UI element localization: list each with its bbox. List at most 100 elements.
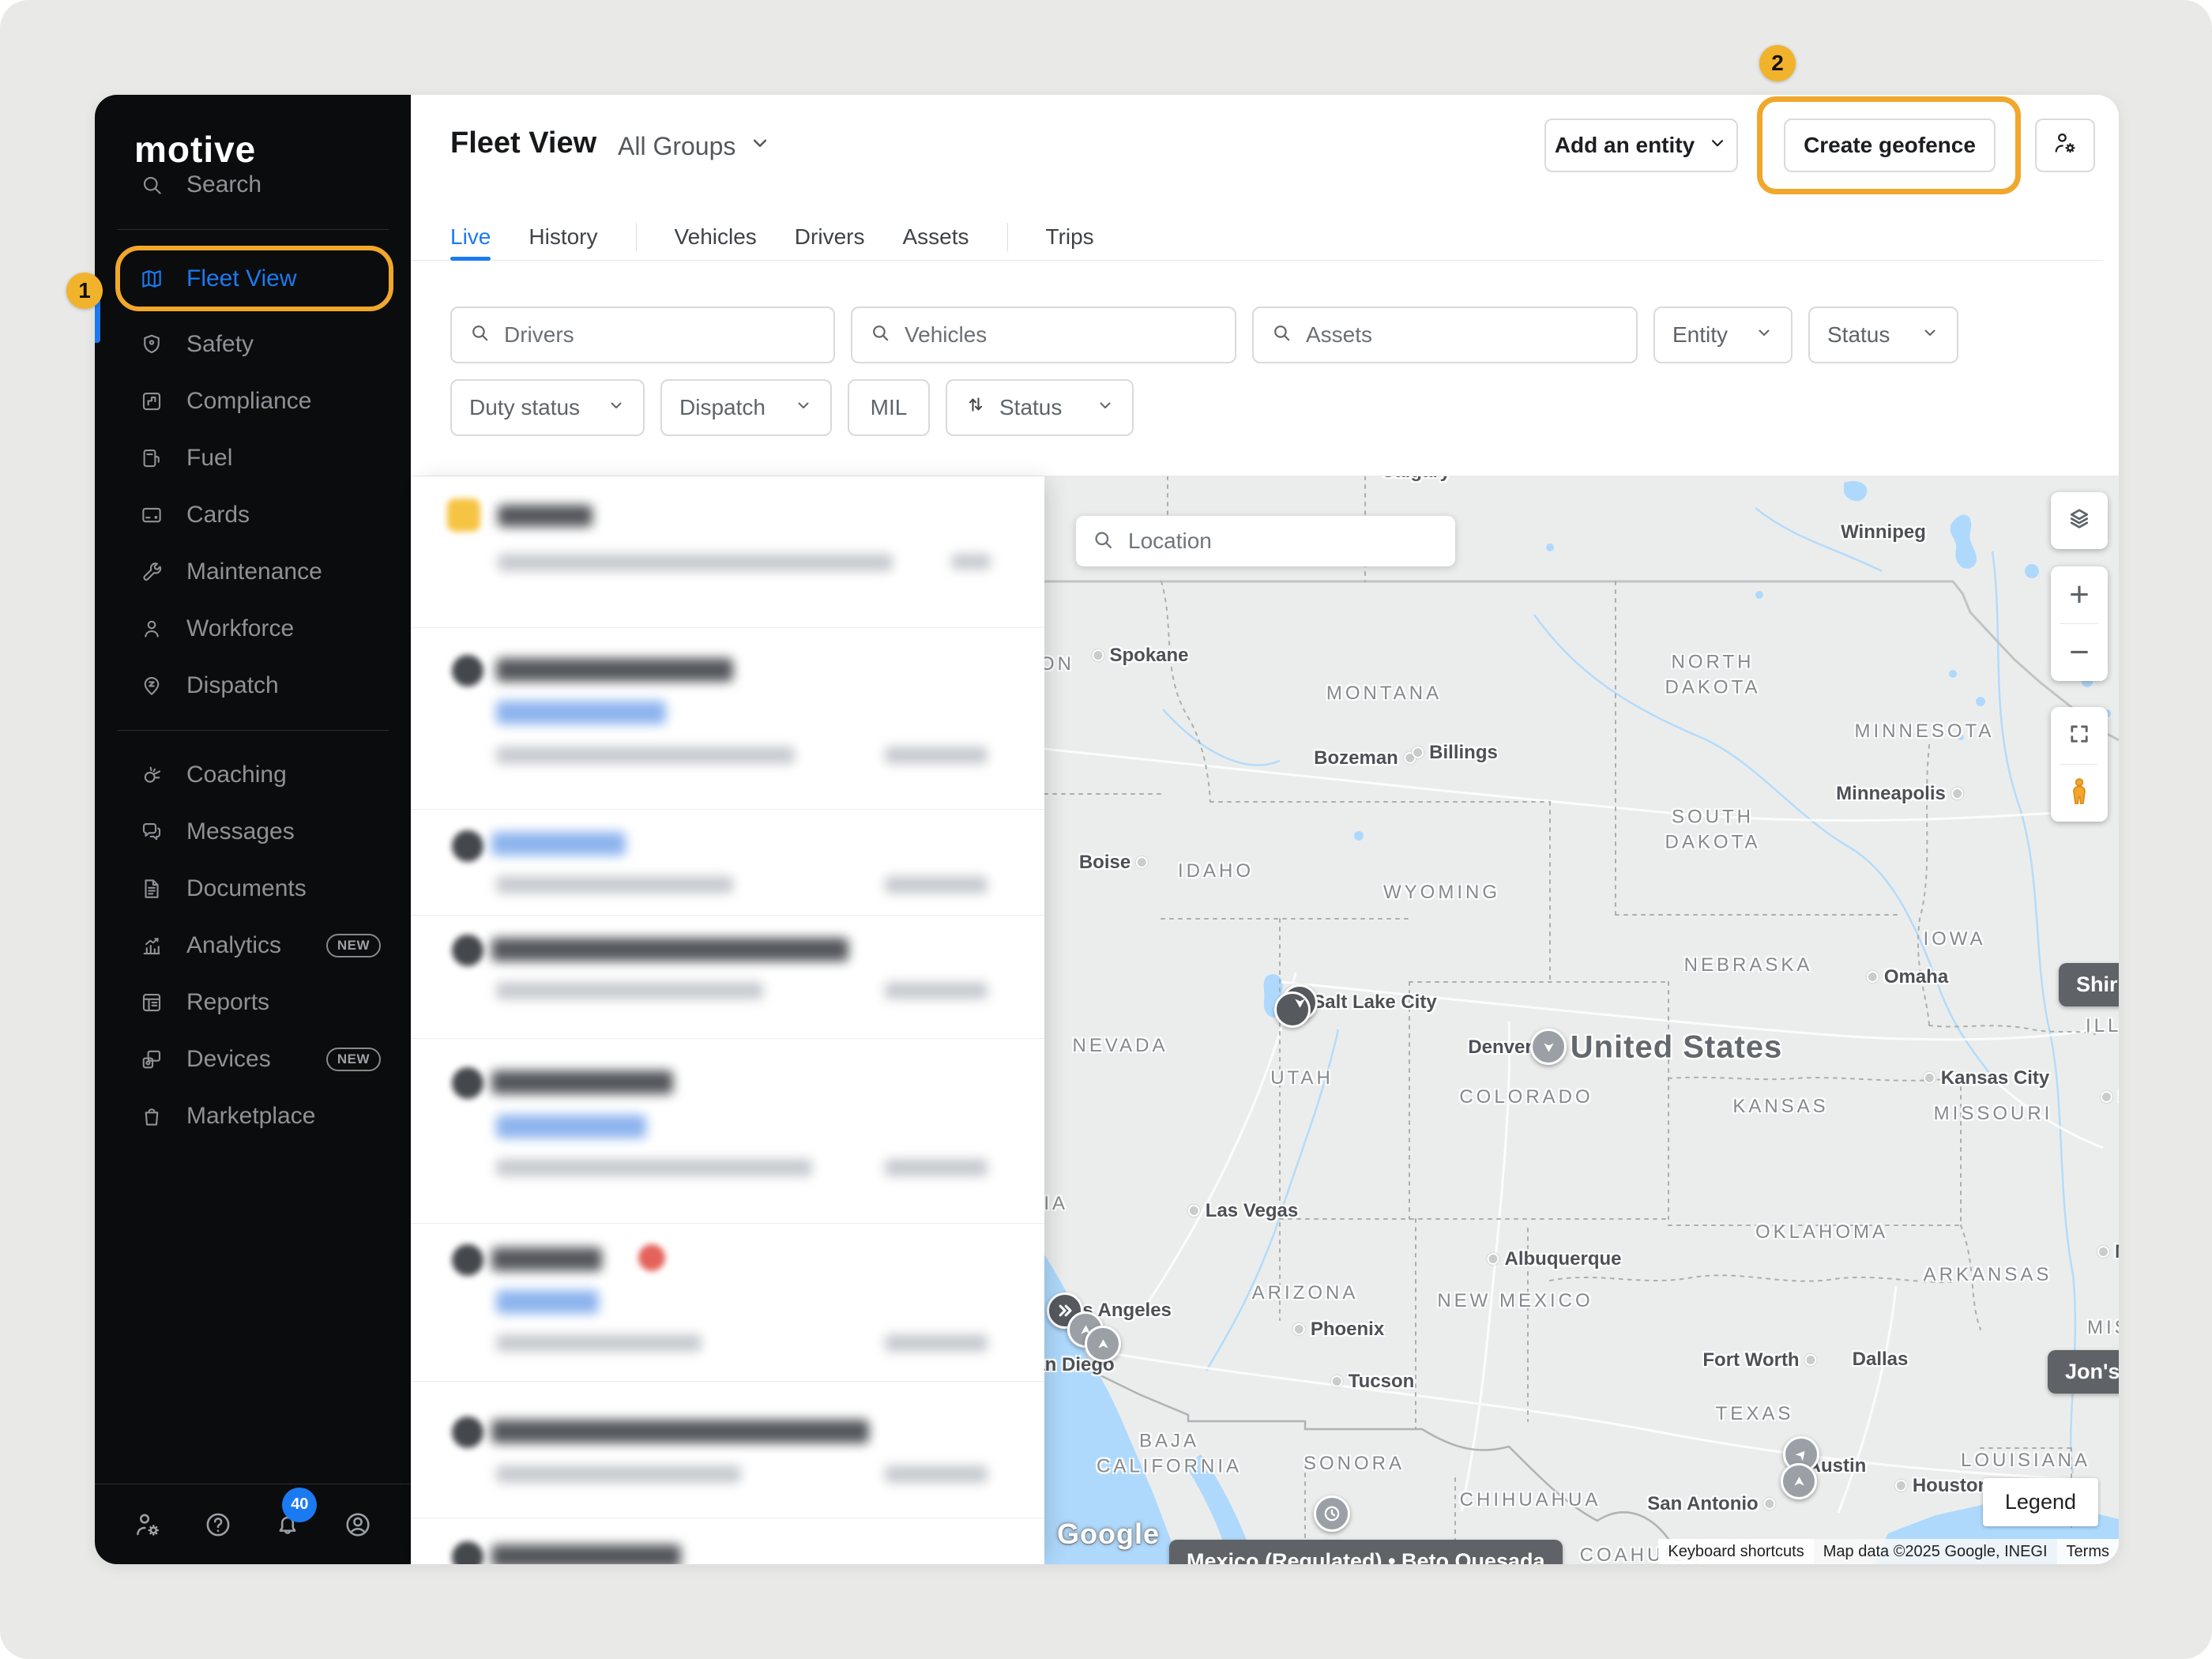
tab-live[interactable]: Live: [450, 213, 491, 260]
notifications-button[interactable]: 40: [273, 1510, 303, 1540]
redacted-content: [496, 658, 733, 682]
sort-arrows-icon: [965, 393, 987, 422]
vehicle-marker-nav-up[interactable]: [1085, 1326, 1121, 1362]
sidebar-item-safety[interactable]: Safety: [95, 316, 411, 373]
assets-search-input[interactable]: [1304, 322, 1619, 348]
redacted-content: [498, 554, 893, 571]
sidebar-item-maintenance[interactable]: Maintenance: [95, 544, 411, 600]
tab-trips[interactable]: Trips: [1046, 213, 1094, 260]
sidebar-item-analytics[interactable]: AnalyticsNEW: [95, 917, 411, 974]
vehicle-marker-clock[interactable]: [1314, 1495, 1350, 1532]
city-label-san-antonio: San Antonio: [1647, 1493, 1781, 1515]
tab-drivers[interactable]: Drivers: [795, 213, 865, 260]
tab-history[interactable]: History: [529, 213, 597, 260]
redacted-content: [452, 1067, 483, 1099]
motive-logo: motive: [95, 95, 411, 156]
keyboard-shortcuts-link[interactable]: Keyboard shortcuts: [1658, 1539, 1813, 1564]
admin-settings-button[interactable]: [133, 1510, 163, 1540]
filter-dropdown-entity[interactable]: Entity: [1653, 307, 1793, 363]
sidebar-item-fuel[interactable]: Fuel: [95, 430, 411, 487]
divider: [411, 1223, 1044, 1224]
state-label-idaho: IDAHO: [1178, 859, 1254, 884]
redacted-content: [885, 747, 988, 764]
state-label-oklahoma: OKLAHOMA: [1755, 1220, 1888, 1245]
sidebar-item-cards[interactable]: Cards: [95, 487, 411, 544]
sidebar-item-dispatch[interactable]: Dispatch: [95, 657, 411, 714]
fullscreen-button[interactable]: [2051, 707, 2108, 764]
create-geofence-button[interactable]: Create geofence: [1784, 118, 1996, 172]
sidebar-item-coaching[interactable]: Coaching: [95, 747, 411, 803]
state-label-illinois: ILLINOIS: [2086, 1014, 2119, 1039]
redacted-content: [885, 1159, 988, 1176]
sidebar-item-messages[interactable]: Messages: [95, 803, 411, 860]
sidebar-item-workforce[interactable]: Workforce: [95, 600, 411, 657]
list-item[interactable]: [411, 809, 1044, 915]
create-geofence-label: Create geofence: [1804, 133, 1976, 158]
layers-button[interactable]: [2051, 492, 2108, 549]
filter-search-vehicles[interactable]: [851, 307, 1236, 363]
state-label-washington: WASHINGTON: [1044, 652, 1074, 677]
legend-button[interactable]: Legend: [1983, 1478, 2098, 1526]
country-label-united-states: United States: [1571, 1030, 1783, 1066]
filter-dropdown-status[interactable]: Status: [946, 379, 1134, 436]
help-button[interactable]: [203, 1510, 233, 1540]
city-dot: [1895, 1480, 1907, 1492]
filter-dropdown-status[interactable]: Status: [1808, 307, 1958, 363]
fullscreen-icon: [2066, 720, 2093, 751]
state-label-sonora: SONORA: [1304, 1451, 1405, 1477]
redacted-content: [452, 655, 483, 687]
filter-dropdown-dispatch[interactable]: Dispatch: [660, 379, 832, 436]
city-dot: [1951, 788, 1963, 799]
group-selector[interactable]: All Groups: [618, 131, 772, 161]
list-item[interactable]: [411, 915, 1044, 1038]
redacted-content: [491, 1420, 869, 1443]
tab-vehicles[interactable]: Vehicles: [675, 213, 757, 260]
sidebar-item-compliance[interactable]: Compliance: [95, 373, 411, 430]
share-settings-button[interactable]: [2035, 118, 2095, 172]
vehicle-marker-nav-down[interactable]: [1530, 1029, 1567, 1065]
wrench-icon: [139, 559, 164, 585]
city-dot: [1188, 1205, 1200, 1217]
vehicles-search-input[interactable]: [903, 322, 1217, 348]
search-icon: [1271, 322, 1292, 348]
street-view-button[interactable]: [2051, 765, 2108, 822]
tab-assets[interactable]: Assets: [902, 213, 969, 260]
sidebar-item-label: Marketplace: [186, 1103, 315, 1130]
notification-count-badge: 40: [282, 1488, 317, 1522]
filter-dropdown-duty-status[interactable]: Duty status: [450, 379, 645, 436]
redacted-content: [491, 1247, 602, 1271]
app-card: motive SearchFleet ViewSafetyComplianceF…: [95, 95, 2119, 1564]
vehicle-marker-nav-down[interactable]: [1281, 984, 1318, 1021]
city-label-denver: Denver: [1468, 1036, 1532, 1059]
account-button[interactable]: [343, 1510, 373, 1540]
list-item[interactable]: [411, 1381, 1044, 1518]
filter-search-assets[interactable]: [1252, 307, 1638, 363]
vehicle-marker-nav-up[interactable]: [1781, 1463, 1817, 1499]
map-location-search[interactable]: [1076, 516, 1455, 566]
profile-icon: [343, 1529, 373, 1543]
sidebar-item-reports[interactable]: Reports: [95, 974, 411, 1031]
map-attribution: Keyboard shortcuts Map data ©2025 Google…: [1658, 1539, 2119, 1564]
sidebar-item-marketplace[interactable]: Marketplace: [95, 1088, 411, 1145]
list-item[interactable]: [411, 476, 1044, 627]
vehicle-label-chip[interactable]: Shir: [2059, 963, 2119, 1006]
sidebar-item-documents[interactable]: Documents: [95, 860, 411, 917]
sidebar-item-label: Compliance: [186, 388, 311, 415]
redacted-content: [885, 1465, 988, 1483]
sidebar-item-fleet-view[interactable]: Fleet View: [115, 246, 393, 311]
add-entity-button[interactable]: Add an entity: [1544, 118, 1738, 172]
zoom-in-button[interactable]: +: [2051, 566, 2108, 623]
filter-search-drivers[interactable]: [450, 307, 835, 363]
vehicle-label-chip[interactable]: Jon's Ca: [2048, 1350, 2119, 1394]
search-icon: [870, 322, 890, 348]
filter-mil[interactable]: MIL: [848, 379, 930, 436]
terms-link[interactable]: Terms: [2057, 1539, 2119, 1564]
drivers-search-input[interactable]: [502, 322, 816, 348]
city-label-houston: Houston: [1890, 1475, 1989, 1497]
location-input[interactable]: [1127, 528, 1439, 555]
state-label-california: CALIFORNIA: [1044, 1191, 1068, 1217]
person-icon: [139, 616, 164, 641]
sidebar-item-devices[interactable]: DevicesNEW: [95, 1031, 411, 1088]
fleet-map[interactable]: + − Legend Google Mexico (Regulated) • B…: [1044, 476, 2119, 1564]
zoom-out-button[interactable]: −: [2051, 624, 2108, 681]
